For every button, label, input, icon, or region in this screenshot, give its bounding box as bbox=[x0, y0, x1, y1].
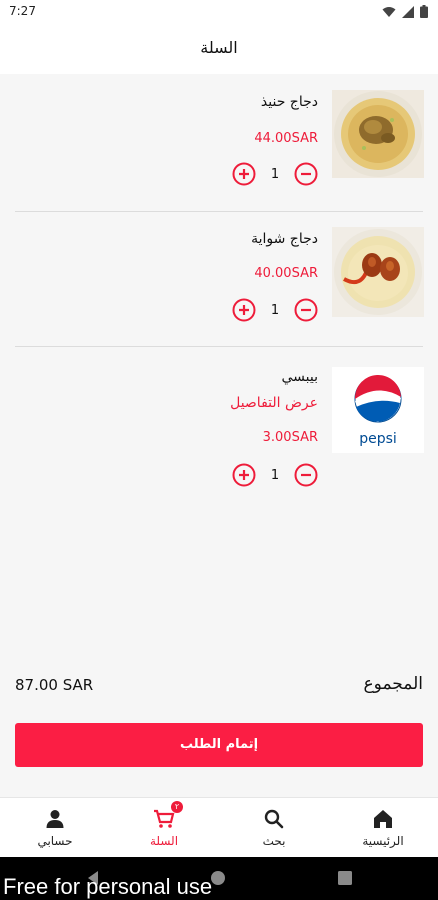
item-price: 44.00SAR bbox=[254, 131, 318, 146]
increase-button[interactable] bbox=[232, 162, 256, 186]
search-icon bbox=[264, 809, 284, 829]
person-icon bbox=[46, 810, 64, 828]
cart-item: دجاج حنيذ 44.00SAR 1 bbox=[0, 90, 438, 210]
app-header: السلة bbox=[0, 24, 438, 74]
increase-button[interactable] bbox=[232, 463, 256, 487]
cart-item: دجاج شواية 40.00SAR 1 bbox=[0, 227, 438, 347]
decrease-button[interactable] bbox=[294, 463, 318, 487]
nav-item-home[interactable]: الرئيسية bbox=[343, 798, 423, 858]
status-icons bbox=[382, 5, 428, 18]
haneeth-chicken-plate-icon bbox=[332, 90, 424, 178]
status-bar: 7:27 bbox=[0, 0, 438, 24]
cart-item: pepsi بيبسي عرض التفاصيل 3.00SAR 1 bbox=[0, 365, 438, 495]
haneeth-chicken-image[interactable] bbox=[332, 90, 424, 178]
divider bbox=[15, 346, 423, 347]
decrease-button[interactable] bbox=[294, 162, 318, 186]
total-row: 87.00 SAR المجموع bbox=[0, 672, 438, 700]
item-price: 3.00SAR bbox=[262, 430, 318, 445]
bottom-nav: الرئيسية بحث ٢ السلة حسابي bbox=[0, 797, 438, 857]
recents-icon[interactable] bbox=[338, 871, 352, 885]
decrease-button[interactable] bbox=[294, 298, 318, 322]
quantity-stepper: 1 bbox=[232, 297, 318, 323]
grilled-chicken-image[interactable] bbox=[332, 227, 424, 317]
nav-label: بحث bbox=[262, 834, 286, 848]
total-value: 87.00 SAR bbox=[15, 676, 94, 694]
item-name: دجاج حنيذ bbox=[260, 94, 318, 110]
nav-item-account[interactable]: حسابي bbox=[15, 798, 95, 858]
quantity-value: 1 bbox=[270, 302, 280, 318]
nav-item-cart[interactable]: ٢ السلة bbox=[124, 798, 204, 858]
divider bbox=[15, 211, 423, 212]
page-title: السلة bbox=[200, 38, 238, 57]
nav-label: حسابي bbox=[37, 834, 73, 848]
quantity-value: 1 bbox=[270, 166, 280, 182]
checkout-button[interactable]: إتمام الطلب bbox=[15, 723, 423, 767]
item-price: 40.00SAR bbox=[254, 266, 318, 281]
nav-item-search[interactable]: بحث bbox=[234, 798, 314, 858]
nav-label: الرئيسية bbox=[362, 834, 404, 848]
quantity-stepper: 1 bbox=[232, 462, 318, 488]
item-name: بيبسي bbox=[281, 369, 318, 385]
grilled-chicken-plate-icon bbox=[332, 227, 424, 317]
pepsi-logo-icon: pepsi bbox=[332, 367, 424, 453]
pepsi-image[interactable]: pepsi bbox=[332, 367, 424, 453]
svg-text:pepsi: pepsi bbox=[359, 431, 397, 447]
quantity-stepper: 1 bbox=[232, 161, 318, 187]
home-icon bbox=[374, 810, 392, 828]
wifi-icon bbox=[382, 6, 396, 17]
increase-button[interactable] bbox=[232, 298, 256, 322]
total-label: المجموع bbox=[363, 674, 423, 694]
view-details-link[interactable]: عرض التفاصيل bbox=[230, 395, 318, 411]
status-time: 7:27 bbox=[9, 4, 36, 18]
nav-label: السلة bbox=[149, 834, 179, 848]
home-circle-icon[interactable] bbox=[210, 870, 226, 886]
watermark: Free for personal use bbox=[3, 874, 213, 899]
item-name: دجاج شواية bbox=[251, 231, 318, 247]
signal-icon bbox=[402, 5, 414, 18]
quantity-value: 1 bbox=[270, 467, 280, 483]
cart-badge: ٢ bbox=[171, 801, 183, 813]
battery-icon bbox=[420, 5, 428, 18]
